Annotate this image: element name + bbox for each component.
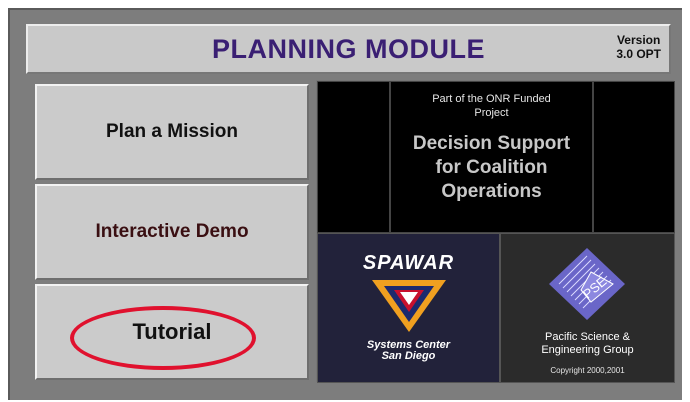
project-title-line-1: Decision Support [412, 133, 571, 154]
onr-line-1: Part of the ONR Funded [432, 93, 551, 105]
pse-name-line-1: Pacific Science & [545, 331, 630, 343]
info-cell-right [593, 81, 675, 233]
spawar-chevron-icon [372, 280, 446, 332]
pse-diamond-icon: PSE [549, 248, 625, 320]
info-cell-left [317, 81, 390, 233]
onr-funded-text: Part of the ONR Funded Project [391, 92, 592, 120]
page-title: PLANNING MODULE [212, 34, 485, 64]
project-title-line-3: Operations [441, 181, 542, 202]
interactive-demo-button[interactable]: Interactive Demo [35, 184, 309, 280]
spawar-logo-text: SPAWAR [362, 252, 455, 274]
version-line-1: Version [616, 33, 661, 47]
project-info-cell: Part of the ONR Funded Project Decision … [390, 81, 593, 233]
info-panel: Part of the ONR Funded Project Decision … [316, 80, 675, 383]
spawar-logo-panel: SPAWAR Systems Center San Diego [317, 233, 500, 383]
project-title-line-2: for Coalition [435, 157, 548, 178]
spawar-sub-line-2: San Diego [381, 350, 436, 362]
copyright-text: Copyright 2000,2001 [550, 366, 625, 375]
version-label: Version 3.0 OPT [616, 33, 661, 61]
pse-name-line-2: Engineering Group [541, 344, 634, 356]
project-title: Decision Support for Coalition Operation… [391, 132, 592, 204]
tutorial-button[interactable]: Tutorial [35, 284, 309, 380]
spawar-subtitle: Systems Center San Diego [318, 340, 499, 362]
header-bar: PLANNING MODULE Version 3.0 OPT [26, 24, 671, 74]
pse-logo-panel: PSE Pacific Science & Engineering Group … [500, 233, 675, 383]
plan-mission-button[interactable]: Plan a Mission [35, 84, 309, 180]
onr-line-2: Project [474, 107, 509, 119]
version-line-2: 3.0 OPT [616, 47, 661, 61]
pse-name: Pacific Science & Engineering Group [501, 331, 674, 357]
